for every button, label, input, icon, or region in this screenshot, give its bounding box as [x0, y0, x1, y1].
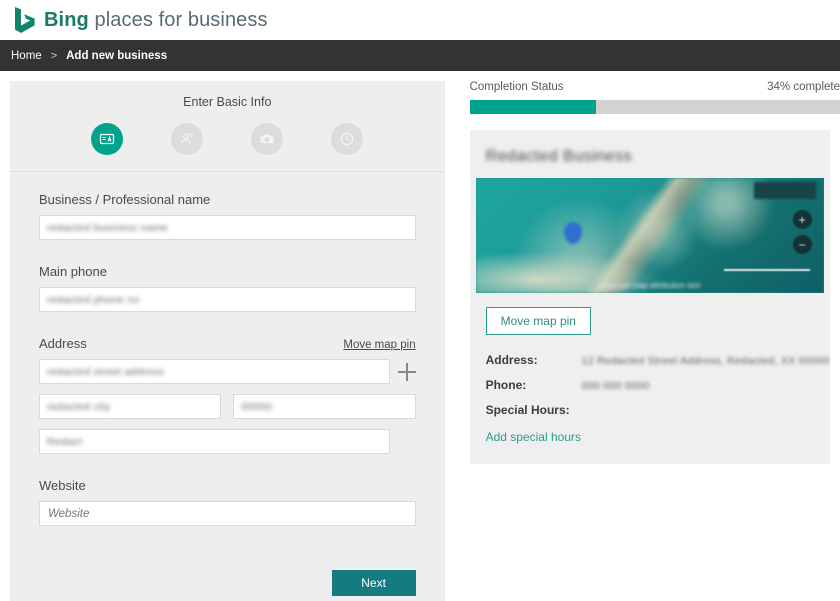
preview-business-title: Redacted Business — [485, 148, 632, 165]
map-zoom-out-button[interactable]: − — [792, 235, 812, 254]
clock-icon — [341, 132, 354, 146]
brand-tagline: places for business — [88, 8, 268, 31]
website-field-wrap — [39, 501, 416, 526]
business-name-input[interactable] — [39, 215, 416, 240]
person-icon — [181, 132, 194, 144]
address-street-field-wrap: redacted street address — [39, 359, 390, 384]
address-city-input[interactable] — [39, 394, 222, 419]
add-address-line-icon[interactable] — [397, 362, 416, 381]
address-city-field-wrap: redacted city — [39, 394, 222, 419]
map-attribution: redacted map attribution text — [598, 281, 701, 290]
move-map-pin-button[interactable]: Move map pin — [485, 307, 591, 335]
address-label: Address — [39, 336, 87, 351]
move-map-pin-link[interactable]: Move map pin — [343, 339, 415, 351]
address-state-field-wrap: Redact — [39, 429, 390, 454]
id-card-icon — [100, 133, 115, 145]
website-label: Website — [39, 478, 86, 493]
wizard-step-list — [10, 123, 445, 155]
completion-status-label: Completion Status — [469, 81, 564, 93]
breadcrumb: Home > Add new business — [0, 40, 840, 71]
address-street-input[interactable] — [39, 359, 390, 384]
completion-progress-fill — [469, 100, 596, 114]
map-zoom-in-button[interactable]: + — [792, 210, 812, 229]
address-city-zip-row: redacted city 00000 — [39, 394, 416, 419]
address-zip-input[interactable] — [233, 394, 416, 419]
completion-progress-bar — [469, 100, 840, 114]
preview-address-row: Address: 12 Redacted Street Address, Red… — [485, 353, 830, 367]
website-input[interactable] — [39, 501, 416, 526]
preview-title-wrap: Redacted Business — [470, 140, 830, 174]
wizard-step-photos[interactable] — [251, 123, 284, 155]
preview-info-table: Address: 12 Redacted Street Address, Red… — [485, 353, 830, 446]
wizard-step-hours[interactable] — [331, 123, 364, 155]
completion-status-percent: 34% complete — [767, 81, 840, 93]
next-button[interactable]: Next — [331, 570, 416, 596]
business-name-label: Business / Professional name — [39, 192, 211, 207]
main-phone-input[interactable] — [39, 287, 416, 312]
map-scale-bar — [723, 266, 810, 271]
preview-panel: Completion Status 34% complete Redacted … — [469, 81, 840, 464]
preview-special-hours-row: Special Hours: — [486, 403, 814, 417]
preview-phone-label: Phone: — [485, 378, 527, 392]
form-fields: Business / Professional name redacted bu… — [10, 172, 445, 596]
wizard-title: Enter Basic Info — [183, 95, 272, 109]
business-name-field-wrap: redacted business name — [39, 215, 416, 240]
map-preview[interactable]: + − redacted map attribution text — [475, 178, 824, 293]
breadcrumb-home-link[interactable]: Home — [11, 50, 42, 62]
address-zip-field-wrap: 00000 — [233, 394, 416, 419]
preview-phone-value: 000 000 0000 — [581, 380, 650, 392]
brand-name: Bing — [44, 8, 89, 31]
main-phone-field-wrap: redacted phone no — [39, 287, 416, 312]
preview-address-value: 12 Redacted Street Address, Redacted, XX… — [581, 355, 830, 367]
wizard-step-basic-info[interactable] — [91, 123, 124, 155]
preview-address-label: Address: — [485, 353, 538, 367]
wizard-steps: Enter Basic Info — [10, 81, 445, 172]
page-body: Enter Basic Info Business / Professional… — [0, 71, 840, 601]
bing-maps-logo-icon — [753, 182, 816, 199]
form-actions: Next — [39, 526, 416, 596]
brand-bar: Bing places for business — [0, 0, 840, 40]
breadcrumb-current: Add new business — [66, 49, 168, 62]
completion-status-row: Completion Status 34% complete — [470, 81, 840, 93]
add-special-hours-link[interactable]: Add special hours — [486, 430, 581, 444]
camera-icon — [260, 134, 274, 143]
basic-info-form-card: Enter Basic Info Business / Professional… — [10, 81, 445, 601]
breadcrumb-separator-icon: > — [50, 49, 58, 62]
preview-special-hours-label: Special Hours: — [485, 403, 570, 417]
address-street-row: redacted street address — [39, 359, 416, 384]
preview-details: Move map pin Address: 12 Redacted Street… — [470, 293, 830, 446]
address-state-input[interactable] — [39, 429, 390, 454]
preview-phone-row: Phone: 000 000 0000 — [486, 378, 814, 392]
brand-title: Bing places for business — [44, 9, 268, 32]
bing-b-logo-icon — [15, 7, 35, 33]
business-preview-card: Redacted Business + − redacted map attri… — [469, 130, 830, 464]
wizard-step-contact-person[interactable] — [171, 123, 204, 155]
main-phone-label: Main phone — [39, 264, 107, 279]
map-pin-icon[interactable] — [563, 222, 582, 244]
address-label-row: Address Move map pin — [39, 336, 416, 351]
